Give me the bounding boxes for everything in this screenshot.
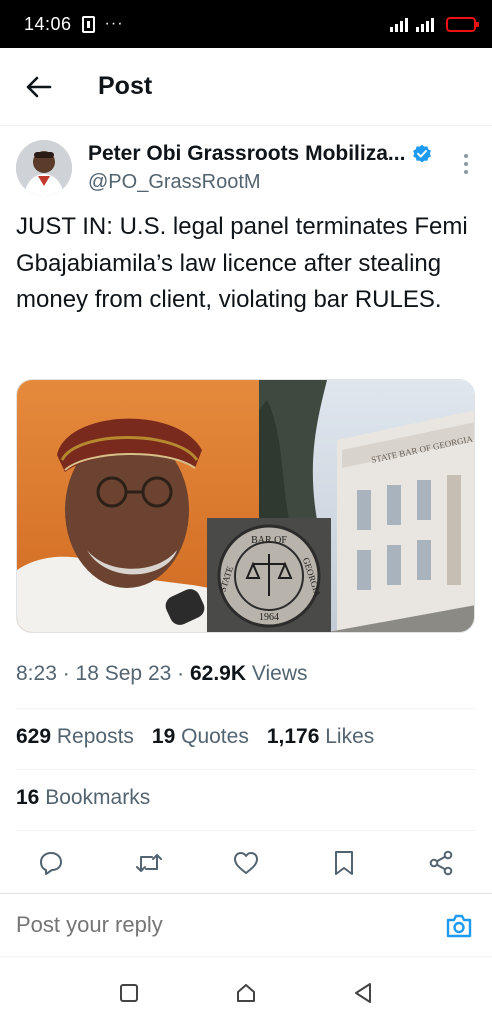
- post-meta: 8:23 · 18 Sep 23 · 62.9K Views: [16, 662, 308, 685]
- system-nav-bar: [0, 960, 492, 1025]
- post-header: Post: [0, 48, 492, 126]
- reply-icon: [40, 852, 62, 875]
- signal-icon-2: [416, 16, 434, 32]
- arrow-left-icon: [26, 76, 52, 97]
- system-back-button[interactable]: [348, 978, 378, 1008]
- likes-link[interactable]: 1,176 Likes: [267, 725, 374, 749]
- home-button[interactable]: [231, 978, 261, 1008]
- post-date: 18 Sep 23: [75, 662, 172, 685]
- quotes-link[interactable]: 19 Quotes: [152, 725, 249, 749]
- more-notifications-icon: ···: [104, 15, 124, 32]
- author-handle[interactable]: @PO_GrassRootM: [88, 171, 261, 194]
- reposts-link[interactable]: 629 Reposts: [16, 725, 134, 749]
- status-bar: 14:06 ···: [0, 0, 492, 48]
- camera-icon: [446, 914, 472, 938]
- seal-top-text: BAR OF: [251, 535, 287, 546]
- author-row: Peter Obi Grassroots Mobiliza... @PO_Gra…: [16, 140, 476, 200]
- repost-icon: [135, 854, 162, 872]
- post-time: 8:23: [16, 662, 57, 685]
- seal-year-text: 1964: [259, 612, 279, 623]
- bookmark-button[interactable]: [329, 848, 359, 878]
- like-icon: [234, 852, 258, 874]
- battery-icon: [446, 16, 479, 32]
- recents-button[interactable]: [114, 978, 144, 1008]
- back-button[interactable]: [14, 62, 64, 112]
- sim-card-icon: [81, 15, 95, 33]
- repost-button[interactable]: [134, 848, 164, 878]
- signal-icon-1: [390, 16, 408, 32]
- bookmarks-link[interactable]: 16 Bookmarks: [16, 786, 150, 810]
- author-name[interactable]: Peter Obi Grassroots Mobiliza...: [88, 142, 405, 166]
- post-image[interactable]: STATE BAR OF GEORGIA BAR OF STATE GEORGI…: [16, 379, 475, 633]
- reply-bar: [0, 893, 492, 957]
- avatar[interactable]: [16, 140, 72, 196]
- divider: [16, 830, 476, 831]
- more-options-icon[interactable]: [456, 152, 476, 176]
- views-count: 62.9K: [189, 662, 247, 685]
- views-label: Views: [246, 662, 308, 685]
- divider: [16, 769, 476, 770]
- camera-button[interactable]: [444, 911, 474, 941]
- reply-input[interactable]: [16, 912, 396, 938]
- post-text: JUST IN: U.S. legal panel terminates Fem…: [16, 213, 468, 313]
- share-button[interactable]: [426, 848, 456, 878]
- like-button[interactable]: [231, 848, 261, 878]
- triangle-back-icon: [355, 982, 372, 1003]
- status-time: 14:06: [24, 13, 72, 34]
- reply-button[interactable]: [36, 848, 66, 878]
- verified-badge-icon: [413, 144, 432, 163]
- bookmark-icon: [334, 851, 353, 875]
- square-icon: [119, 983, 138, 1002]
- page-title: Post: [98, 72, 153, 100]
- home-icon: [236, 983, 255, 1002]
- share-icon: [429, 850, 453, 876]
- action-bar: [16, 838, 476, 888]
- divider: [16, 708, 476, 709]
- post-stats: 629 Reposts 19 Quotes 1,176 Likes: [16, 725, 374, 749]
